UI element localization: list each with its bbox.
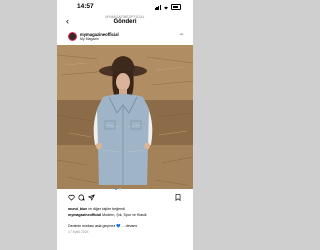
status-time: 14:57	[77, 3, 94, 10]
caption: mymagazineofficial Modern, Şık, Spor ve …	[68, 213, 147, 217]
carousel-dot-active	[115, 188, 117, 190]
carousel-dots	[115, 188, 121, 190]
post-location[interactable]: My Magazin	[80, 37, 99, 41]
likes-text[interactable]: mund_blue ve diğer kişiler beğendi	[68, 207, 125, 211]
heart-icon[interactable]	[68, 194, 75, 201]
carousel-dot	[118, 188, 121, 190]
fashion-photo	[57, 45, 193, 189]
post-actions	[57, 194, 193, 204]
status-bar: 14:57	[57, 3, 193, 13]
post-image[interactable]	[57, 45, 193, 189]
battery-icon	[171, 4, 181, 10]
wifi-icon	[164, 6, 168, 9]
caption-text: Modern, Şık, Spor ve Klasik	[101, 213, 147, 217]
caption-line-2[interactable]: Denimin modası asla geçmez 💙 ... devamı	[68, 224, 137, 228]
save-icon[interactable]	[175, 194, 181, 201]
comment-icon[interactable]	[78, 194, 85, 201]
avatar[interactable]	[68, 32, 77, 41]
more-icon[interactable]: ···	[179, 31, 184, 38]
instagram-screen: 14:57 ‹ MYMAGAZINEOFFICIAL Gönderi mymag…	[57, 0, 193, 250]
caption-username[interactable]: mymagazineofficial	[68, 213, 101, 217]
signal-icon	[154, 5, 161, 10]
post-date: 17 Eylül 2024	[68, 230, 89, 234]
page-title: Gönderi	[113, 19, 137, 25]
likes-suffix: ve diğer kişiler beğendi	[87, 207, 125, 211]
likes-user[interactable]: mund_blue	[68, 207, 87, 211]
top-nav: ‹ MYMAGAZINEOFFICIAL Gönderi	[57, 13, 193, 31]
status-icons	[154, 4, 181, 10]
share-icon[interactable]	[88, 194, 95, 201]
